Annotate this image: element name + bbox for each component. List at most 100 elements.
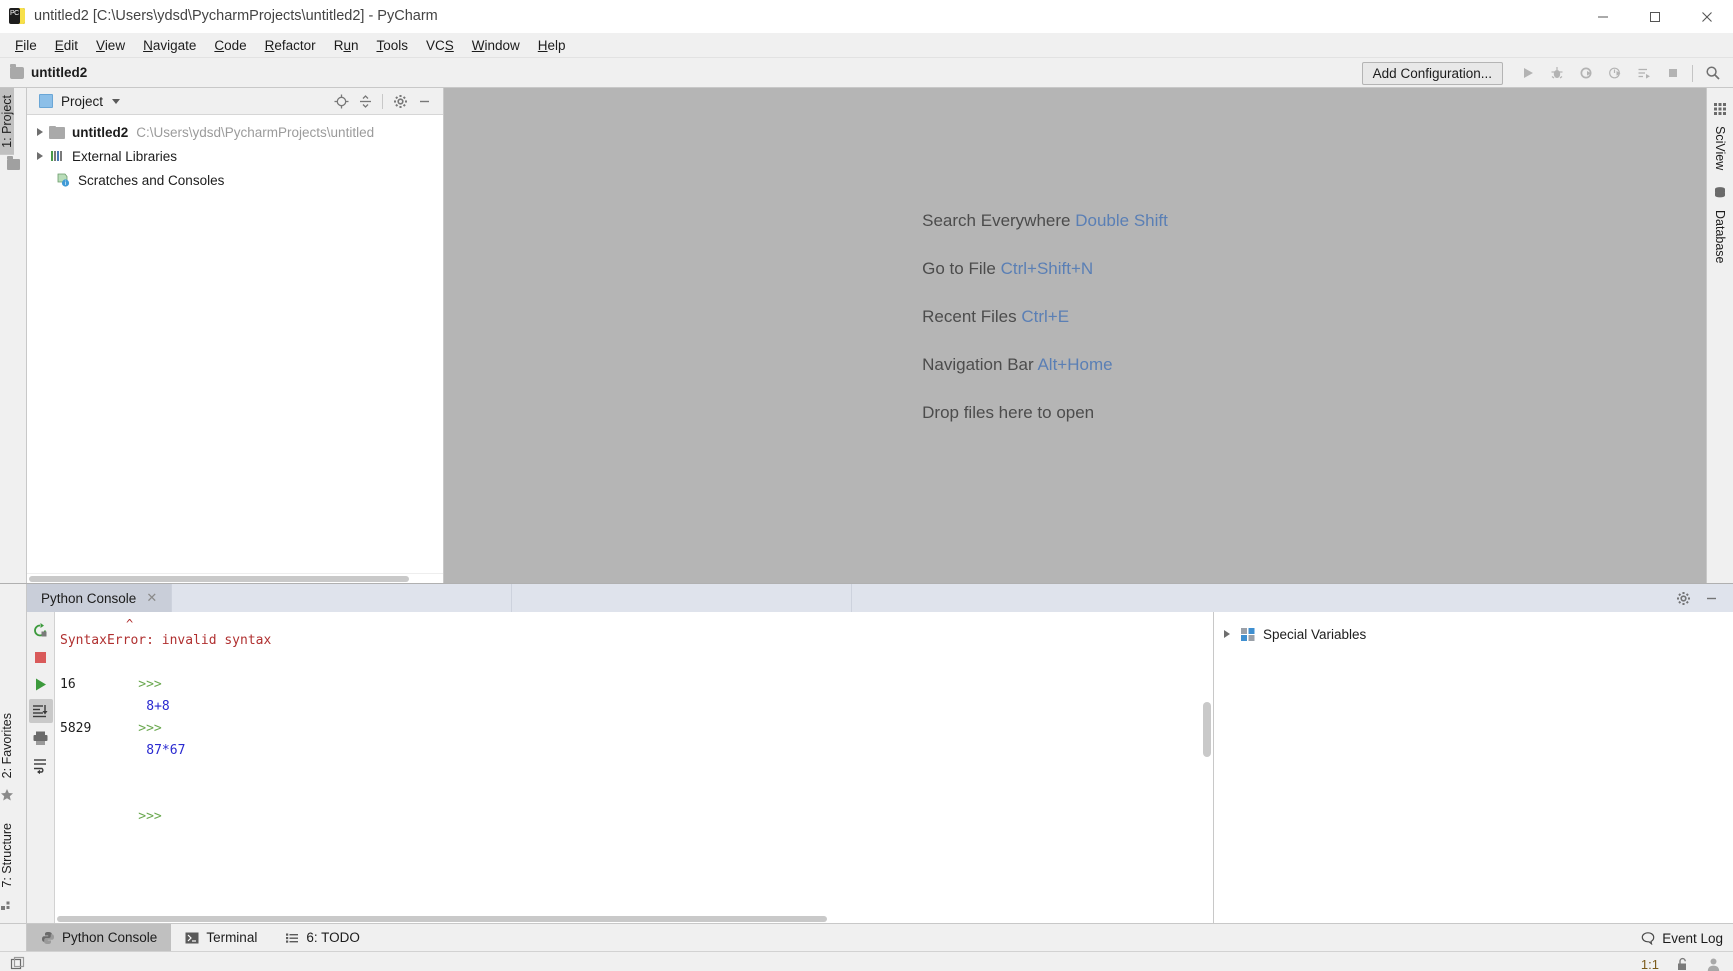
console-line-output: 16 — [60, 677, 76, 692]
editor-welcome-area: Search Everywhere Double Shift Go to Fil… — [444, 88, 1706, 583]
console-output[interactable]: ^ SyntaxError: invalid syntax >>> 8+8 16… — [55, 612, 1213, 923]
sidebar-item-sciview-label: SciView — [1713, 126, 1727, 171]
console-line-active-prompt[interactable]: >>> — [60, 784, 1213, 824]
debug-icon[interactable] — [1542, 60, 1571, 86]
svg-text:i: i — [65, 181, 66, 187]
caret-position[interactable]: 1:1 — [1641, 957, 1659, 971]
event-log-label: Event Log — [1662, 930, 1723, 946]
chevron-down-icon[interactable] — [112, 98, 121, 104]
console-tool-window: 2: Favorites 7: Structure Python Console… — [0, 583, 1733, 923]
tab-terminal[interactable]: Terminal — [171, 924, 271, 951]
balloon-icon — [1641, 931, 1655, 945]
soft-wrap-icon[interactable] — [29, 753, 53, 777]
menu-run[interactable]: Run — [325, 35, 368, 56]
console-toolstrip — [27, 612, 55, 923]
tab-todo[interactable]: 6: TODO — [271, 924, 374, 951]
tab-python-console-label: Python Console — [41, 590, 137, 606]
close-icon[interactable]: ✕ — [146, 590, 157, 606]
menu-tools[interactable]: Tools — [367, 35, 417, 56]
console-vscrollbar[interactable] — [1203, 702, 1211, 757]
right-tool-rail: SciView Database — [1706, 88, 1733, 583]
project-icon — [7, 155, 20, 170]
chevron-right-icon[interactable] — [1224, 630, 1230, 638]
profile-icon[interactable] — [1600, 60, 1629, 86]
tree-node-label: Scratches and Consoles — [78, 172, 225, 188]
menu-help[interactable]: Help — [529, 35, 575, 56]
gear-icon[interactable] — [1671, 586, 1695, 610]
run-icon[interactable] — [1513, 60, 1542, 86]
menu-code[interactable]: Code — [205, 35, 255, 56]
breadcrumb[interactable]: untitled2 — [31, 65, 87, 80]
tab-python-console[interactable]: Python Console ✕ — [27, 584, 173, 612]
tree-row[interactable]: i Scratches and Consoles — [27, 168, 443, 192]
menu-view[interactable]: View — [87, 35, 134, 56]
tree-node-path: C:\Users\ydsd\PycharmProjects\untitled — [136, 124, 375, 140]
sidebar-item-structure[interactable]: 7: Structure — [0, 816, 14, 895]
sidebar-item-favorites[interactable]: 2: Favorites — [0, 706, 14, 785]
database-icon — [1713, 186, 1727, 200]
add-configuration-button[interactable]: Add Configuration... — [1361, 61, 1503, 85]
tree-row[interactable]: untitled2 C:\Users\ydsd\PycharmProjects\… — [27, 120, 443, 144]
minimize-button[interactable] — [1577, 0, 1629, 33]
close-button[interactable] — [1681, 0, 1733, 33]
sidebar-item-database[interactable]: Database — [1713, 178, 1727, 272]
project-tree: untitled2 C:\Users\ydsd\PycharmProjects\… — [27, 115, 443, 573]
minimize-icon[interactable] — [413, 90, 435, 112]
rerun-icon[interactable] — [29, 618, 53, 642]
run-with-params-icon[interactable] — [1629, 60, 1658, 86]
project-panel-hscrollbar[interactable] — [27, 573, 443, 583]
collapse-all-icon[interactable] — [354, 90, 376, 112]
tab-split-1 — [172, 584, 513, 612]
chevron-right-icon[interactable] — [37, 128, 43, 136]
python-icon — [41, 931, 55, 945]
star-icon — [0, 788, 27, 802]
menu-refactor[interactable]: Refactor — [256, 35, 325, 56]
welcome-action-label: Drop files here to open — [922, 402, 1095, 422]
lock-open-icon[interactable] — [1675, 957, 1690, 971]
special-variables-row[interactable]: Special Variables — [1214, 622, 1733, 646]
stop-icon[interactable] — [1658, 60, 1687, 86]
menu-file[interactable]: File — [6, 35, 46, 56]
scroll-to-end-icon[interactable] — [28, 699, 53, 723]
project-panel-header: Project — [27, 88, 443, 115]
search-icon[interactable] — [1698, 60, 1727, 86]
welcome-action-label: Go to File — [922, 258, 996, 278]
console-main: ^ SyntaxError: invalid syntax >>> 8+8 16… — [27, 612, 1733, 923]
sidebar-item-sciview[interactable]: SciView — [1713, 94, 1727, 178]
sidebar-item-project-label: 1: Project — [0, 95, 14, 148]
locate-icon[interactable] — [330, 90, 352, 112]
project-panel-actions — [330, 90, 435, 112]
print-icon[interactable] — [29, 726, 53, 750]
chevron-right-icon[interactable] — [37, 152, 43, 160]
sidebar-item-structure-label: 7: Structure — [0, 823, 14, 888]
welcome-hints: Search Everywhere Double Shift Go to Fil… — [922, 211, 1168, 451]
menu-vcs[interactable]: VCS — [417, 35, 463, 56]
scrollbar-thumb[interactable] — [57, 916, 827, 922]
welcome-row-go-to-file: Go to File Ctrl+Shift+N — [922, 259, 1168, 279]
stop-icon[interactable] — [29, 645, 53, 669]
menu-window[interactable]: Window — [463, 35, 529, 56]
welcome-row-navigation-bar: Navigation Bar Alt+Home — [922, 355, 1168, 375]
console-line-output: 5829 — [60, 721, 92, 736]
menu-edit[interactable]: Edit — [46, 35, 87, 56]
todo-icon — [285, 931, 299, 945]
run-coverage-icon[interactable] — [1571, 60, 1600, 86]
tab-python-console-bottom[interactable]: Python Console — [27, 924, 172, 951]
sidebar-item-project[interactable]: 1: Project — [0, 88, 14, 155]
toggle-layout-icon[interactable] — [10, 956, 26, 971]
sidebar-item-database-label: Database — [1713, 210, 1727, 264]
maximize-button[interactable] — [1629, 0, 1681, 33]
execute-icon[interactable] — [29, 672, 53, 696]
scrollbar-thumb[interactable] — [29, 576, 409, 582]
person-icon[interactable] — [1706, 957, 1721, 971]
folder-icon — [49, 126, 65, 139]
event-log-button[interactable]: Event Log — [1641, 924, 1723, 952]
project-panel-title[interactable]: Project — [61, 94, 103, 109]
scratches-icon: i — [55, 172, 71, 188]
tree-row[interactable]: External Libraries — [27, 144, 443, 168]
tab-terminal-label: Terminal — [206, 930, 258, 945]
menu-navigate[interactable]: Navigate — [134, 35, 205, 56]
console-hscrollbar[interactable] — [55, 914, 1213, 923]
gear-icon[interactable] — [389, 90, 411, 112]
minimize-icon[interactable] — [1699, 586, 1723, 610]
